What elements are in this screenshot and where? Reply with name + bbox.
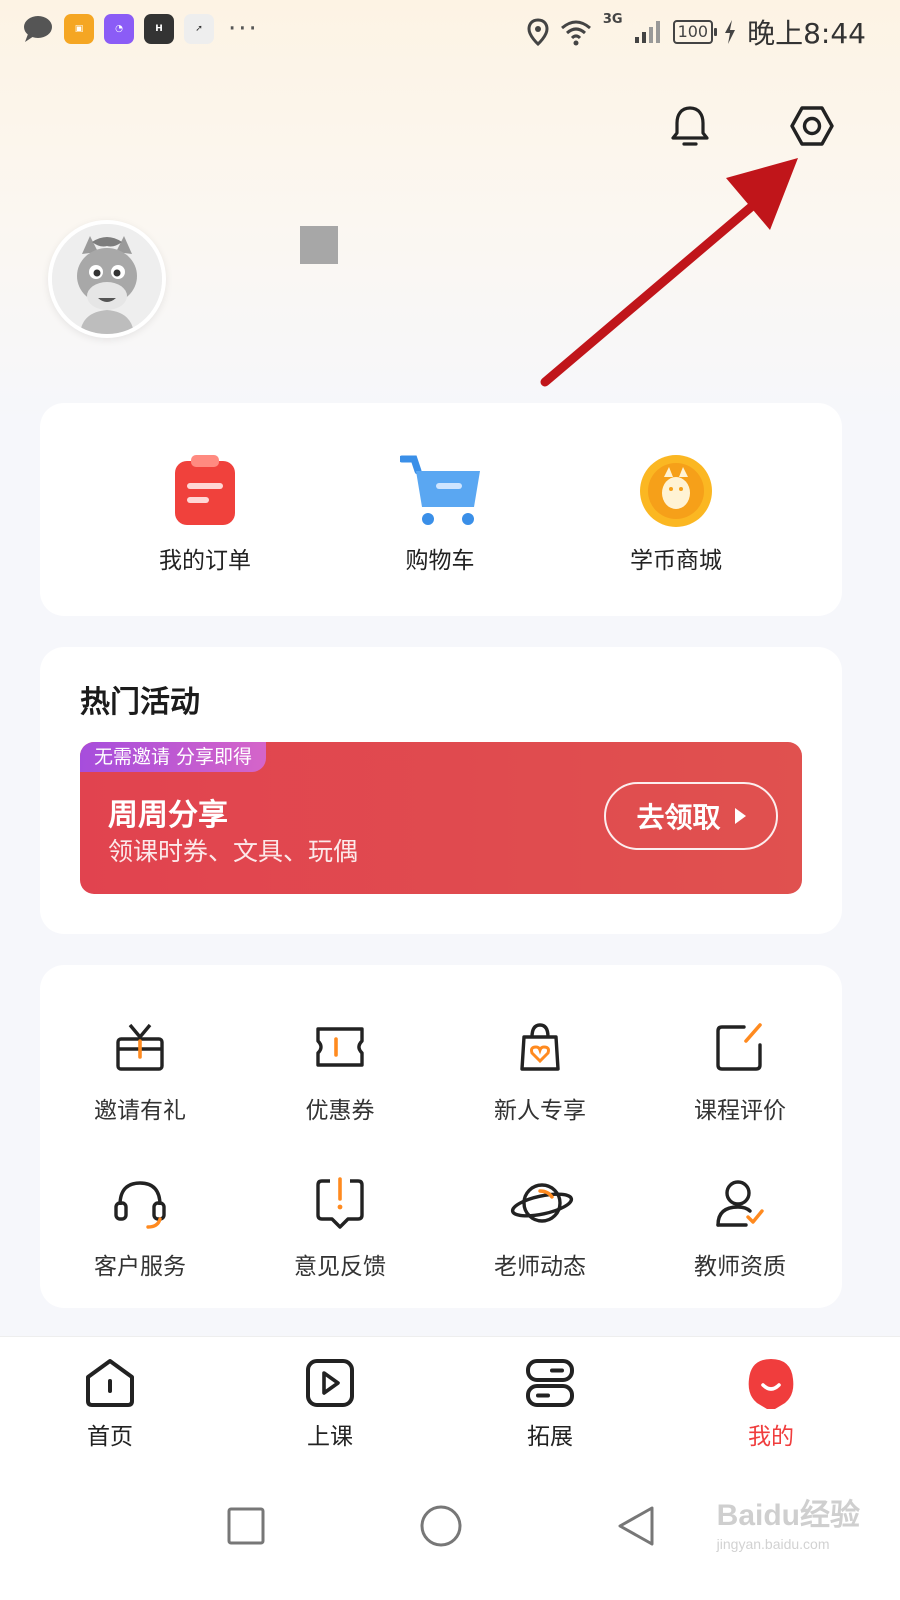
service-invite[interactable]: 邀请有礼	[40, 1017, 240, 1125]
horse-avatar-icon	[52, 224, 162, 334]
service-new-user[interactable]: 新人专享	[440, 1017, 640, 1125]
play-arrow-icon	[734, 808, 746, 824]
notification-button[interactable]	[664, 100, 716, 152]
settings-button[interactable]	[786, 100, 838, 152]
back-triangle-icon	[618, 1506, 654, 1546]
quick-link-orders[interactable]: 我的订单	[105, 451, 305, 575]
headset-icon	[114, 1181, 166, 1229]
network-type: 3G	[602, 12, 623, 27]
gift-icon	[116, 1023, 164, 1071]
watermark-brand: Baidu经验	[716, 1499, 860, 1532]
huawei-icon: H	[144, 14, 174, 44]
battery-indicator: 100	[672, 20, 717, 44]
services-card: 邀请有礼 优惠券 新人专享 课程评价 客户服务 意见反馈 老师动态 教师资质	[40, 965, 842, 1308]
service-label: 课程评价	[694, 1098, 786, 1124]
feedback-icon	[316, 1177, 364, 1229]
message-icon	[24, 16, 52, 42]
wifi-icon	[560, 20, 591, 46]
circle-icon	[420, 1505, 462, 1547]
compass-icon: ➚	[184, 14, 214, 44]
planet-icon	[510, 1183, 574, 1223]
baidu-watermark: Baidu经验 jingyan.baidu.com	[717, 1490, 860, 1552]
banner-tag: 无需邀请 分享即得	[80, 742, 267, 772]
bottom-tab-bar: 首页 上课 拓展 我的	[0, 1336, 900, 1467]
quick-link-label: 学币商城	[630, 548, 722, 574]
service-feedback[interactable]: 意见反馈	[240, 1173, 440, 1281]
signal-icon	[634, 21, 660, 43]
service-label: 邀请有礼	[94, 1098, 186, 1124]
order-clipboard-icon	[175, 455, 235, 525]
tab-class[interactable]: 上课	[270, 1355, 390, 1451]
new-user-bag-icon	[520, 1023, 560, 1071]
service-customer-support[interactable]: 客户服务	[40, 1173, 240, 1281]
location-icon	[527, 18, 549, 46]
coupon-icon	[316, 1027, 364, 1067]
edit-review-icon	[716, 1023, 762, 1071]
status-bar: ▣ ◔ H ➚ ··· 3G 100 晚上8:44	[0, 0, 900, 62]
quick-links-card: 我的订单 购物车 学币商城	[40, 403, 842, 616]
quick-link-coin-mall[interactable]: 学币商城	[576, 451, 776, 575]
service-course-review[interactable]: 课程评价	[640, 1017, 840, 1125]
service-label: 优惠券	[305, 1098, 375, 1124]
claim-button[interactable]: 去领取	[604, 782, 778, 850]
box-icon: ▣	[64, 14, 94, 44]
charging-icon	[725, 20, 736, 44]
banner-title: 周周分享	[108, 798, 228, 833]
tab-me[interactable]: 我的	[711, 1355, 831, 1451]
service-label: 新人专享	[494, 1098, 586, 1124]
tab-home[interactable]: 首页	[50, 1355, 170, 1451]
service-coupon[interactable]: 优惠券	[240, 1017, 440, 1125]
settings-hex-icon	[790, 106, 834, 146]
service-teacher-credentials[interactable]: 教师资质	[640, 1173, 840, 1281]
tab-label: 上课	[307, 1424, 353, 1450]
tab-expand[interactable]: 拓展	[490, 1355, 610, 1451]
service-label: 客户服务	[94, 1254, 186, 1280]
expand-icon	[526, 1359, 574, 1407]
pie-app-icon: ◔	[104, 14, 134, 44]
claim-button-label: 去领取	[636, 801, 721, 834]
recents-button[interactable]	[216, 1496, 276, 1556]
service-label: 老师动态	[494, 1254, 586, 1280]
service-teacher-news[interactable]: 老师动态	[440, 1173, 640, 1281]
back-button[interactable]	[606, 1496, 666, 1556]
quick-link-label: 我的订单	[159, 548, 251, 574]
play-class-icon	[306, 1359, 354, 1407]
home-system-button[interactable]	[411, 1496, 471, 1556]
hot-activity-card: 热门活动 无需邀请 分享即得 周周分享 领课时券、文具、玩偶 去领取	[40, 647, 842, 934]
watermark-url: jingyan.baidu.com	[716, 1536, 830, 1552]
section-title: 热门活动	[80, 685, 200, 720]
avatar[interactable]	[48, 220, 166, 338]
service-label: 意见反馈	[294, 1254, 386, 1280]
banner-subtitle: 领课时券、文具、玩偶	[108, 837, 359, 866]
more-notifications-icon: ···	[228, 14, 259, 44]
service-label: 教师资质	[694, 1254, 786, 1280]
shopping-cart-icon	[398, 455, 480, 525]
clock: 晚上8:44	[747, 17, 866, 50]
username-redacted	[300, 226, 338, 264]
notification-icons: ▣ ◔ H ➚ ···	[22, 14, 259, 44]
quick-link-cart[interactable]: 购物车	[340, 451, 540, 575]
tab-label: 拓展	[527, 1424, 573, 1450]
tab-label: 首页	[87, 1424, 133, 1450]
teacher-badge-icon	[716, 1180, 764, 1227]
quick-link-label: 购物车	[405, 548, 475, 574]
home-icon	[86, 1359, 134, 1407]
square-icon	[227, 1507, 265, 1545]
tab-label: 我的	[748, 1424, 794, 1450]
me-icon	[748, 1359, 794, 1409]
coin-mall-icon	[640, 455, 712, 527]
bell-icon	[671, 106, 709, 146]
weekly-share-banner[interactable]: 无需邀请 分享即得 周周分享 领课时券、文具、玩偶 去领取	[80, 742, 802, 894]
